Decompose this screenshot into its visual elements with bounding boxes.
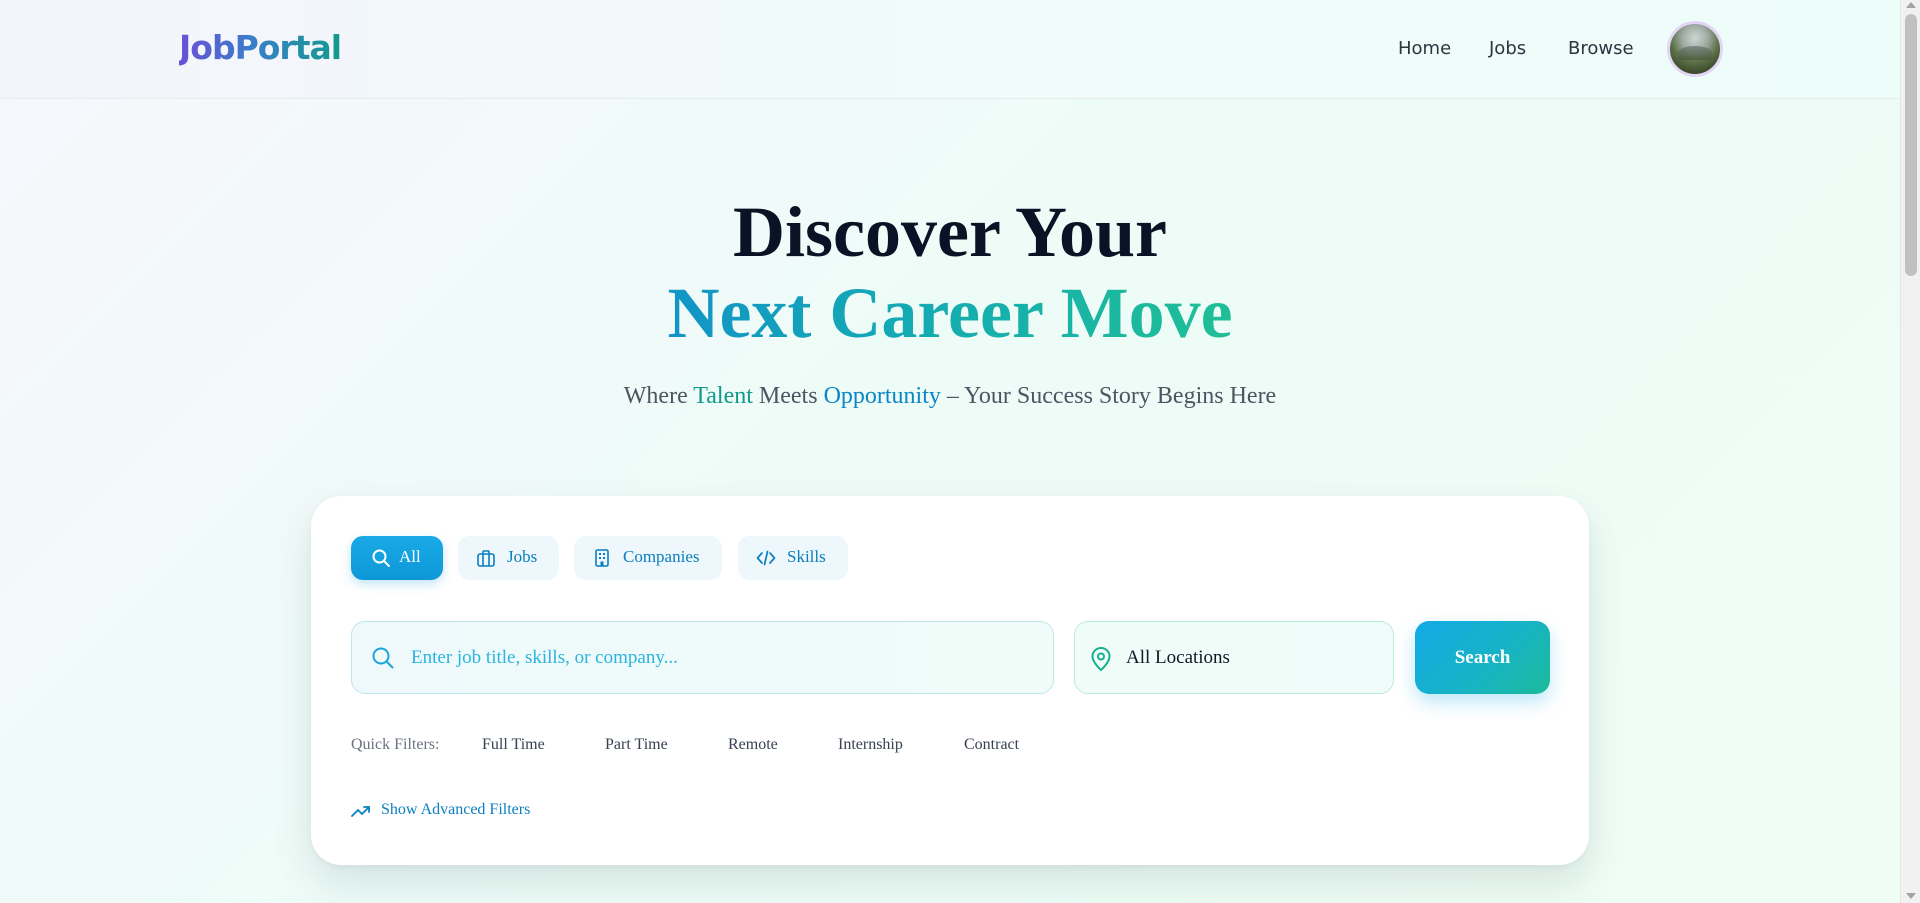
search-icon xyxy=(372,549,390,567)
tab-skills[interactable]: Skills xyxy=(738,536,848,580)
hero-title-line1: Discover Your xyxy=(733,192,1167,272)
quick-filter-part-time[interactable]: Part Time xyxy=(605,736,668,754)
search-button[interactable]: Search xyxy=(1415,621,1550,694)
nav-browse[interactable]: Browse xyxy=(1568,38,1634,59)
tagline-part1: Where xyxy=(623,383,694,409)
code-icon xyxy=(756,550,776,566)
keyword-search-field xyxy=(351,621,1054,694)
hero-title-gradient-text: Next Career Move xyxy=(667,273,1233,353)
search-card: All Jobs Companies Skills Enter job titl… xyxy=(311,496,1589,865)
quick-filter-internship[interactable]: Internship xyxy=(838,736,903,754)
quick-filters-label: Quick Filters: xyxy=(351,736,440,753)
building-icon xyxy=(595,549,609,567)
keyword-search-input[interactable] xyxy=(411,636,1031,680)
top-navbar: JobPortal Home Jobs Browse xyxy=(0,0,1900,99)
map-pin-icon xyxy=(1091,646,1111,672)
search-icon xyxy=(372,647,394,669)
show-advanced-filters-label: Show Advanced Filters xyxy=(381,801,531,818)
nav-home[interactable]: Home xyxy=(1398,38,1451,59)
tab-companies-label: Companies xyxy=(623,547,700,566)
hero-tagline: Where Talent Meets Opportunity – Your Su… xyxy=(0,383,1900,410)
quick-filter-contract[interactable]: Contract xyxy=(964,736,1019,754)
nav-jobs[interactable]: Jobs xyxy=(1489,38,1526,59)
quick-filter-full-time[interactable]: Full Time xyxy=(482,736,545,754)
tagline-part3: – Your Success Story Begins Here xyxy=(940,383,1277,409)
tab-jobs-label: Jobs xyxy=(507,547,538,566)
tagline-opportunity: Opportunity xyxy=(823,383,941,409)
tab-jobs[interactable]: Jobs xyxy=(458,536,559,580)
tagline-talent: Talent xyxy=(693,383,753,409)
scroll-down-icon[interactable] xyxy=(1906,893,1916,899)
briefcase-icon xyxy=(477,550,495,567)
tagline-part2: Meets xyxy=(752,383,824,409)
tab-companies[interactable]: Companies xyxy=(574,536,722,580)
logo[interactable]: JobPortal xyxy=(179,28,342,67)
tab-all-label: All xyxy=(399,547,421,566)
scroll-up-icon[interactable] xyxy=(1906,2,1916,8)
user-avatar[interactable] xyxy=(1667,21,1723,77)
hero-title-line2: Next Career Move xyxy=(0,273,1900,353)
scroll-thumb[interactable] xyxy=(1905,14,1917,276)
quick-filter-remote[interactable]: Remote xyxy=(728,736,778,754)
tab-all[interactable]: All xyxy=(351,536,443,580)
location-select[interactable]: All Locations xyxy=(1074,621,1394,694)
location-select-value: All Locations xyxy=(1126,647,1230,668)
tab-skills-label: Skills xyxy=(787,547,826,566)
page-scrollbar[interactable] xyxy=(1900,0,1920,903)
trending-up-icon xyxy=(351,806,370,817)
